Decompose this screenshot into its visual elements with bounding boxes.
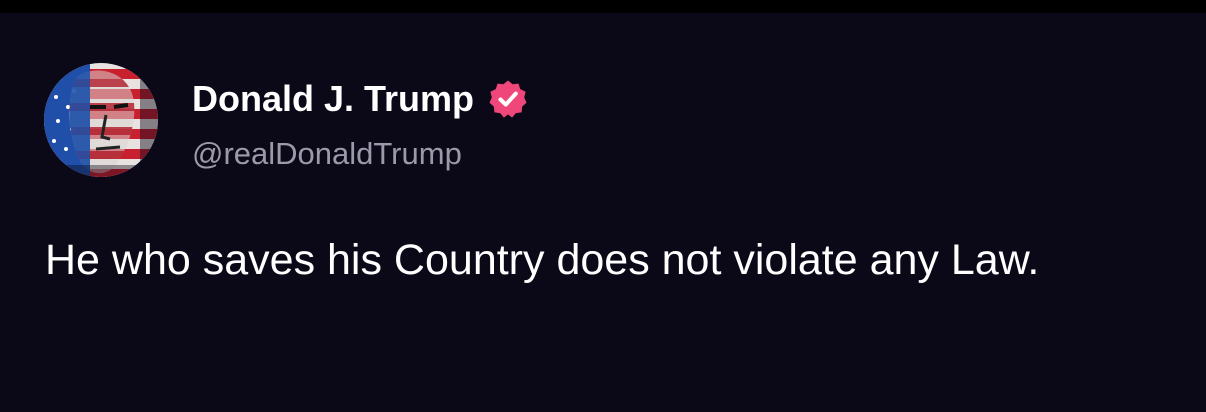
top-edge-bar [0, 0, 1206, 13]
flag-portrait-icon [44, 63, 158, 177]
author-handle[interactable]: @realDonaldTrump [192, 134, 462, 174]
author-display-name[interactable]: Donald J. Trump [192, 81, 474, 117]
post-body-text: He who saves his Country does not violat… [45, 236, 1040, 284]
author-name-row: Donald J. Trump [192, 74, 528, 124]
avatar[interactable] [44, 63, 158, 177]
verified-badge-icon [489, 80, 527, 118]
